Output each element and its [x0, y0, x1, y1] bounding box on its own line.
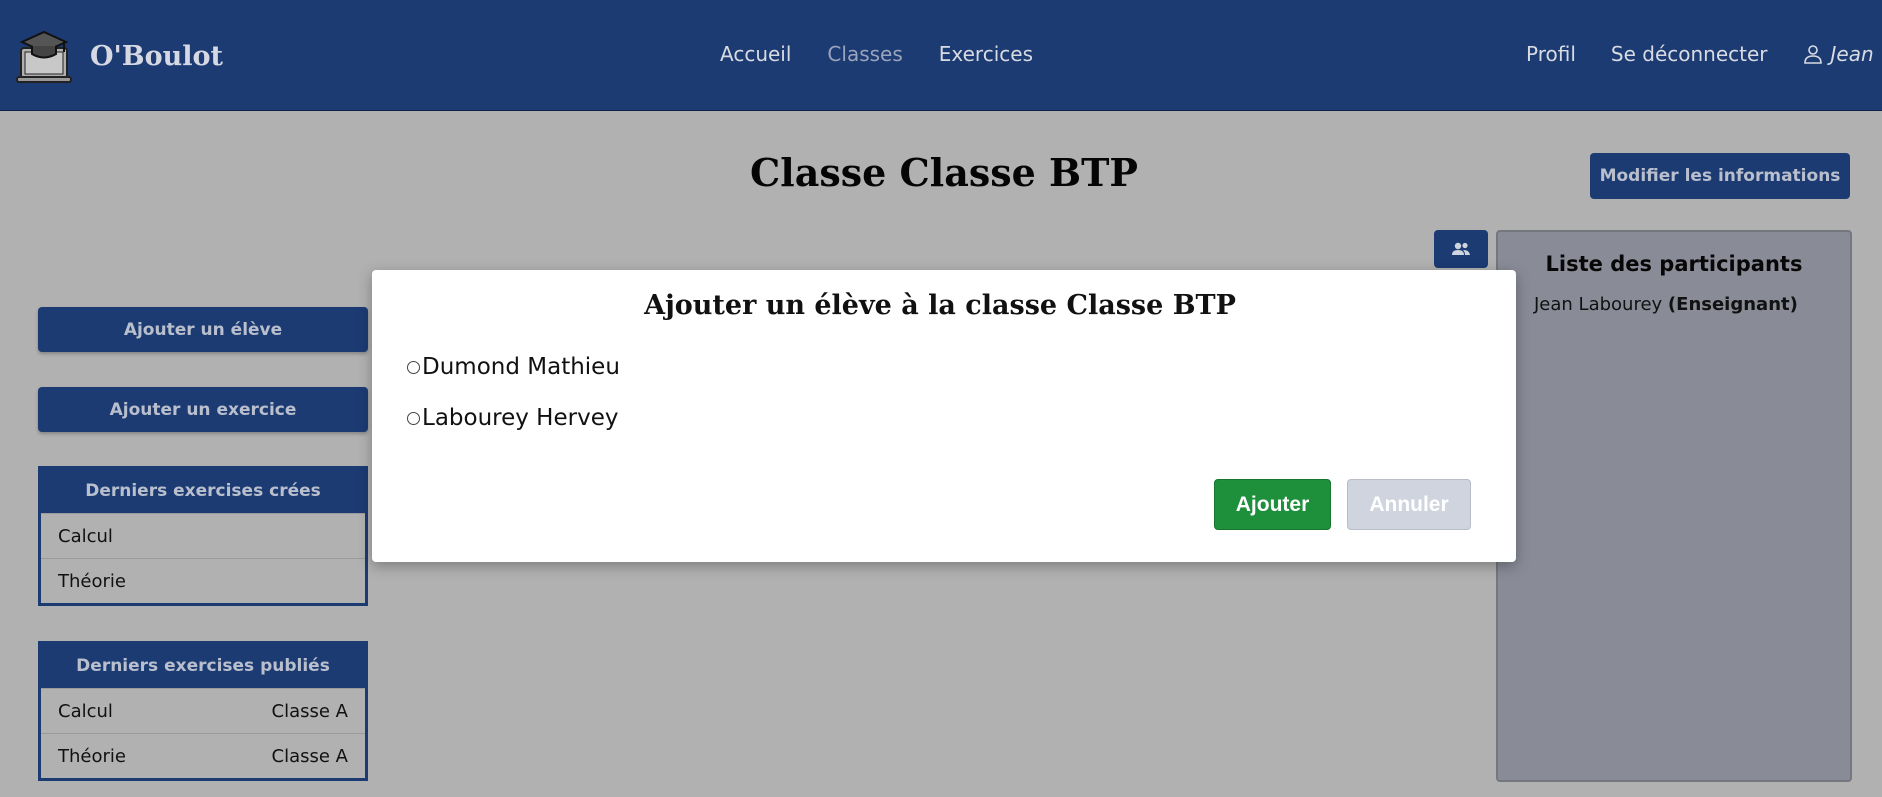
- participants-toggle-button[interactable]: [1434, 230, 1488, 268]
- radio-button[interactable]: [407, 411, 420, 425]
- nav-exercices[interactable]: Exercices: [939, 42, 1033, 66]
- participant-name: Jean Labourey: [1534, 294, 1663, 315]
- user-name: Jean: [1830, 42, 1874, 66]
- modify-info-button[interactable]: Modifier les informations: [1590, 153, 1850, 199]
- modal-title: Ajouter un élève à la classe Classe BTP: [644, 290, 1236, 321]
- user-nav: Profil Se déconnecter Jean: [1526, 42, 1874, 66]
- panel-title: Derniers exercises publiés: [41, 644, 365, 688]
- nav-accueil[interactable]: Accueil: [720, 42, 791, 66]
- cancel-button[interactable]: Annuler: [1347, 479, 1471, 530]
- add-exercise-button[interactable]: Ajouter un exercice: [38, 387, 368, 432]
- participants-panel: Liste des participants Jean Labourey (En…: [1496, 230, 1852, 782]
- radio-button[interactable]: [407, 360, 420, 374]
- users-icon: [1452, 242, 1470, 255]
- panel-title: Derniers exercises crées: [41, 469, 365, 513]
- student-name: Dumond Mathieu: [422, 354, 620, 380]
- list-item[interactable]: Théorie Classe A: [41, 733, 365, 778]
- student-option[interactable]: Labourey Hervey: [407, 405, 618, 431]
- navbar: O'Boulot Accueil Classes Exercices Profi…: [0, 0, 1882, 111]
- graduation-laptop-logo-icon: [16, 30, 72, 83]
- recent-created-exercises-panel: Derniers exercises crées Calcul Théorie: [38, 466, 368, 606]
- participants-title: Liste des participants: [1545, 252, 1803, 276]
- exercise-name: Théorie: [58, 745, 126, 767]
- nav-classes[interactable]: Classes: [827, 42, 902, 66]
- list-item[interactable]: Théorie: [41, 558, 365, 603]
- user-icon: [1803, 45, 1822, 64]
- participant-item: Jean Labourey (Enseignant): [1534, 294, 1850, 315]
- exercise-name: Calcul: [58, 525, 113, 547]
- exercise-name: Théorie: [58, 570, 126, 592]
- exercise-class: Classe A: [271, 700, 348, 722]
- list-item[interactable]: Calcul: [41, 513, 365, 558]
- add-student-button[interactable]: Ajouter un élève: [38, 307, 368, 352]
- list-item[interactable]: Calcul Classe A: [41, 688, 365, 733]
- student-name: Labourey Hervey: [422, 405, 619, 431]
- add-student-modal: Ajouter un élève à la classe Classe BTP …: [372, 270, 1516, 562]
- nav-user[interactable]: Jean: [1803, 42, 1874, 66]
- participant-role: (Enseignant): [1667, 294, 1798, 315]
- exercise-name: Calcul: [58, 700, 113, 722]
- confirm-add-button[interactable]: Ajouter: [1214, 479, 1331, 530]
- brand[interactable]: O'Boulot: [16, 28, 223, 84]
- nav-logout[interactable]: Se déconnecter: [1611, 42, 1768, 66]
- brand-name: O'Boulot: [90, 40, 223, 72]
- recent-published-exercises-panel: Derniers exercises publiés Calcul Classe…: [38, 641, 368, 781]
- exercise-class: Classe A: [271, 745, 348, 767]
- student-option[interactable]: Dumond Mathieu: [407, 354, 620, 380]
- nav-profil[interactable]: Profil: [1526, 42, 1576, 66]
- main-nav: Accueil Classes Exercices: [720, 42, 1033, 66]
